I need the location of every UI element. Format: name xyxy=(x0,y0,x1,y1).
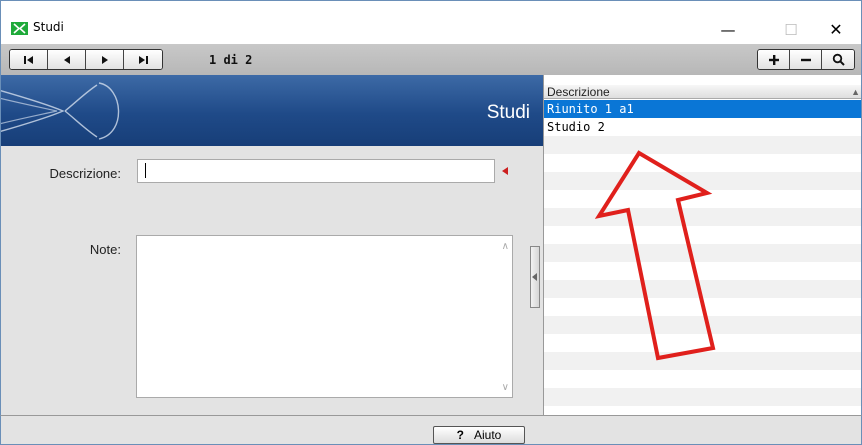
xd-logo-icon xyxy=(1,82,120,140)
scroll-down-icon[interactable]: ∨ xyxy=(502,382,509,393)
record-counter: 1 di 2 xyxy=(209,53,253,67)
prev-record-button[interactable] xyxy=(48,50,86,69)
list-column-header[interactable]: Descrizione ▲ xyxy=(544,85,861,99)
minus-icon xyxy=(800,58,811,61)
first-record-button[interactable] xyxy=(10,50,48,69)
search-icon xyxy=(832,53,845,66)
plus-icon xyxy=(768,54,779,65)
sort-asc-icon: ▲ xyxy=(851,87,860,97)
empty-row xyxy=(544,388,861,406)
first-record-icon xyxy=(23,55,33,64)
note-textarea[interactable]: ∧ ∨ xyxy=(136,235,513,398)
descrizione-input[interactable] xyxy=(137,159,495,183)
empty-row xyxy=(544,406,861,415)
add-record-button[interactable] xyxy=(758,50,790,69)
annotation-arrow-icon xyxy=(595,150,716,361)
empty-row xyxy=(544,370,861,388)
collapse-left-icon xyxy=(532,273,537,281)
panel-splitter[interactable] xyxy=(530,246,540,308)
form-banner: Studi xyxy=(1,75,544,146)
descrizione-label: Descrizione: xyxy=(49,166,121,181)
next-record-button[interactable] xyxy=(86,50,124,69)
footer-bar: ? Aiuto xyxy=(0,415,862,445)
maximize-button[interactable]: ☐ xyxy=(768,15,814,45)
minimize-button[interactable]: — xyxy=(705,15,751,45)
search-button[interactable] xyxy=(822,50,854,69)
app-logo-icon xyxy=(11,22,28,35)
detail-form: Studi Descrizione: Note: ∧ ∨ xyxy=(0,75,544,415)
note-label: Note: xyxy=(89,242,121,257)
toolbar: 1 di 2 xyxy=(0,44,862,75)
scroll-up-icon[interactable]: ∧ xyxy=(502,241,509,252)
help-icon: ? xyxy=(456,428,464,442)
last-record-button[interactable] xyxy=(124,50,162,69)
list-item[interactable]: Riunito 1 a1 xyxy=(544,100,861,118)
close-button[interactable]: ✕ xyxy=(813,15,859,45)
record-navigator xyxy=(9,49,163,70)
record-actions xyxy=(757,49,855,70)
text-caret xyxy=(145,163,146,178)
list-item[interactable]: Studio 2 xyxy=(544,118,861,136)
next-record-icon xyxy=(101,55,108,64)
help-label: Aiuto xyxy=(473,428,502,442)
prev-record-icon xyxy=(63,55,70,64)
required-marker-icon xyxy=(502,167,508,175)
window-title: Studi xyxy=(33,20,64,34)
column-header-label: Descrizione xyxy=(547,85,610,99)
title-bar: Studi — ☐ ✕ xyxy=(0,0,862,44)
banner-title: Studi xyxy=(486,102,530,123)
help-button[interactable]: ? Aiuto xyxy=(433,426,525,444)
delete-record-button[interactable] xyxy=(790,50,822,69)
last-record-icon xyxy=(139,55,148,64)
